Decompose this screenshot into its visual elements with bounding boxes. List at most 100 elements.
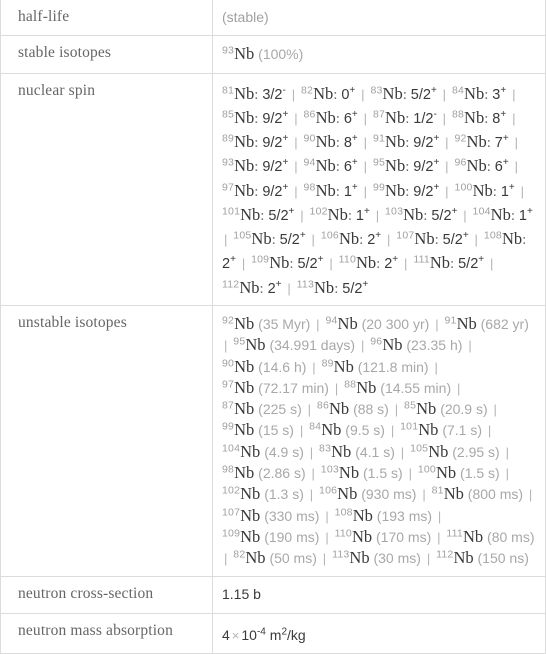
label-colon: : <box>405 159 410 176</box>
nma-unit-tail: /kg <box>287 626 306 643</box>
isotope-entry: 90Nb (14.6 h) <box>222 357 306 376</box>
label-colon: : <box>492 183 497 200</box>
isotope-mass-number: 113 <box>332 548 350 561</box>
isotope-element-symbol: Nb <box>234 156 255 176</box>
nuclear-spin-parity: + <box>230 254 236 266</box>
nuclear-spin-parity: + <box>433 133 440 145</box>
isotope-mass-number: 93 <box>222 156 235 169</box>
nuclear-spin-parity: + <box>299 230 306 242</box>
list-separator: | <box>294 159 298 175</box>
isotope-element-symbol: Nb <box>443 484 464 504</box>
spin-entry-label: 98Nb: <box>304 181 340 200</box>
isotope-entry: 92Nb (35 Myr) <box>222 313 310 333</box>
list-separator: | <box>309 487 314 503</box>
nuclear-spin-value: 5/2+ <box>431 205 458 224</box>
isotope-element-symbol: Nb <box>464 83 485 103</box>
isotope-element-symbol: Nb <box>355 253 377 273</box>
isotope-element-symbol: Nb <box>245 335 266 355</box>
list-separator: | <box>307 402 312 418</box>
label-colon: : <box>522 232 527 249</box>
isotope-mass-number: 88 <box>344 378 357 391</box>
nuclear-spin-parity: + <box>349 84 356 96</box>
label-colon: : <box>254 86 259 103</box>
row-value-half-life: (stable) <box>212 0 546 36</box>
isotope-half-life: (330 ms) <box>264 507 320 524</box>
isotope-half-life: (2.95 s) <box>452 443 500 460</box>
label-colon: : <box>484 86 489 103</box>
isotope-half-life: (7.1 s) <box>442 422 483 439</box>
isotope-mass-number: 104 <box>222 442 241 455</box>
label-colon: : <box>254 183 259 200</box>
list-separator: | <box>224 338 228 354</box>
spin-entry-label: 102Nb: <box>310 205 352 224</box>
list-separator: | <box>445 183 449 199</box>
isotope-mass-number: 85 <box>222 108 235 121</box>
nuclear-spin-parity: + <box>363 205 370 217</box>
list-separator: | <box>490 256 494 272</box>
isotope-half-life: (100%) <box>258 46 304 63</box>
isotope-entry: 105Nb (2.95 s) <box>410 442 500 461</box>
isotope-element-symbol: Nb <box>338 229 360 249</box>
isotope-half-life: (2.86 s) <box>258 465 306 481</box>
list-separator: | <box>493 402 497 418</box>
list-separator: | <box>400 444 405 460</box>
isotope-mass-number: 83 <box>319 442 332 455</box>
spin-entry-label: 92Nb: <box>454 132 490 151</box>
isotope-mass-number: 89 <box>222 132 235 145</box>
label-colon: : <box>334 280 339 297</box>
label-colon: : <box>484 110 489 127</box>
isotope-mass-number: 94 <box>325 314 338 327</box>
isotope-mass-number: 87 <box>222 399 235 412</box>
isotope-entry: 97Nb (72.17 min) <box>222 378 329 397</box>
isotope-half-life: (4.1 s) <box>355 443 395 460</box>
isotope-element-symbol: Nb <box>349 548 370 568</box>
table-row-half-life: half-life (stable) <box>0 0 546 36</box>
nuclear-spin-parity: + <box>500 109 507 121</box>
isotope-entry: 108Nb (193 ms) <box>335 506 432 525</box>
isotope-mass-number: 104 <box>472 205 491 218</box>
list-separator: | <box>514 159 518 175</box>
spin-entry-label: 81Nb: <box>222 84 259 103</box>
label-colon: : <box>335 183 340 200</box>
nma-exponent: -4 <box>256 625 266 637</box>
isotope-element-symbol: Nb <box>416 399 437 419</box>
isotope-element-symbol: Nb <box>234 132 255 152</box>
spin-entry-label: 82Nb: <box>301 84 337 103</box>
isotope-mass-number: 101 <box>400 420 419 433</box>
label-colon: : <box>335 135 340 152</box>
isotope-entry: 100Nb (1.5 s) <box>418 463 500 482</box>
row-value-nuclear-spin: 81Nb: 3/2- | 82Nb: 0+ | 83Nb: 5/2+ | 84N… <box>212 73 546 306</box>
isotope-half-life: (682 yr) <box>480 315 529 332</box>
list-separator: | <box>294 110 298 126</box>
list-separator: | <box>300 207 304 223</box>
label-colon: : <box>405 135 410 152</box>
spin-entry-label: 100Nb: <box>454 180 497 200</box>
isotope-mass-number: 112 <box>436 548 454 561</box>
isotope-half-life: (34.991 days) <box>269 337 356 354</box>
list-separator: | <box>241 256 246 272</box>
half-life-value: (stable) <box>222 9 269 25</box>
isotope-element-symbol: Nb <box>315 107 336 127</box>
isotope-entry: 106Nb (930 ms) <box>319 484 416 503</box>
isotope-element-symbol: Nb <box>234 107 255 127</box>
spin-entry-label: 88Nb: <box>451 108 489 127</box>
isotope-entry: 89Nb (121.8 min) <box>322 357 429 376</box>
nuclear-spin-value: 5/2+ <box>297 254 324 273</box>
isotope-element-symbol: Nb <box>472 180 493 200</box>
spin-entry-label: 84Nb: <box>452 83 489 103</box>
isotope-element-symbol: Nb <box>466 156 487 176</box>
isotope-half-life: (20.9 s) <box>440 401 488 418</box>
nuclear-spin-value: 9/2+ <box>413 181 440 200</box>
list-separator: | <box>309 444 314 460</box>
nuclear-spin-parity: + <box>462 230 469 242</box>
isotope-mass-number: 85 <box>404 399 417 412</box>
spin-entry-label: 93Nb: <box>222 156 258 176</box>
nuclear-spin-value: 0+ <box>341 84 356 103</box>
nuclear-spin-parity: + <box>502 133 509 145</box>
list-separator: | <box>224 551 228 567</box>
nuclear-spin-value: 9/2+ <box>413 133 440 152</box>
isotope-element-symbol: Nb <box>435 463 457 482</box>
nuclear-spin-parity: + <box>451 205 458 217</box>
isotope-mass-number: 88 <box>451 108 465 121</box>
isotope-element-symbol: Nb <box>234 313 255 333</box>
